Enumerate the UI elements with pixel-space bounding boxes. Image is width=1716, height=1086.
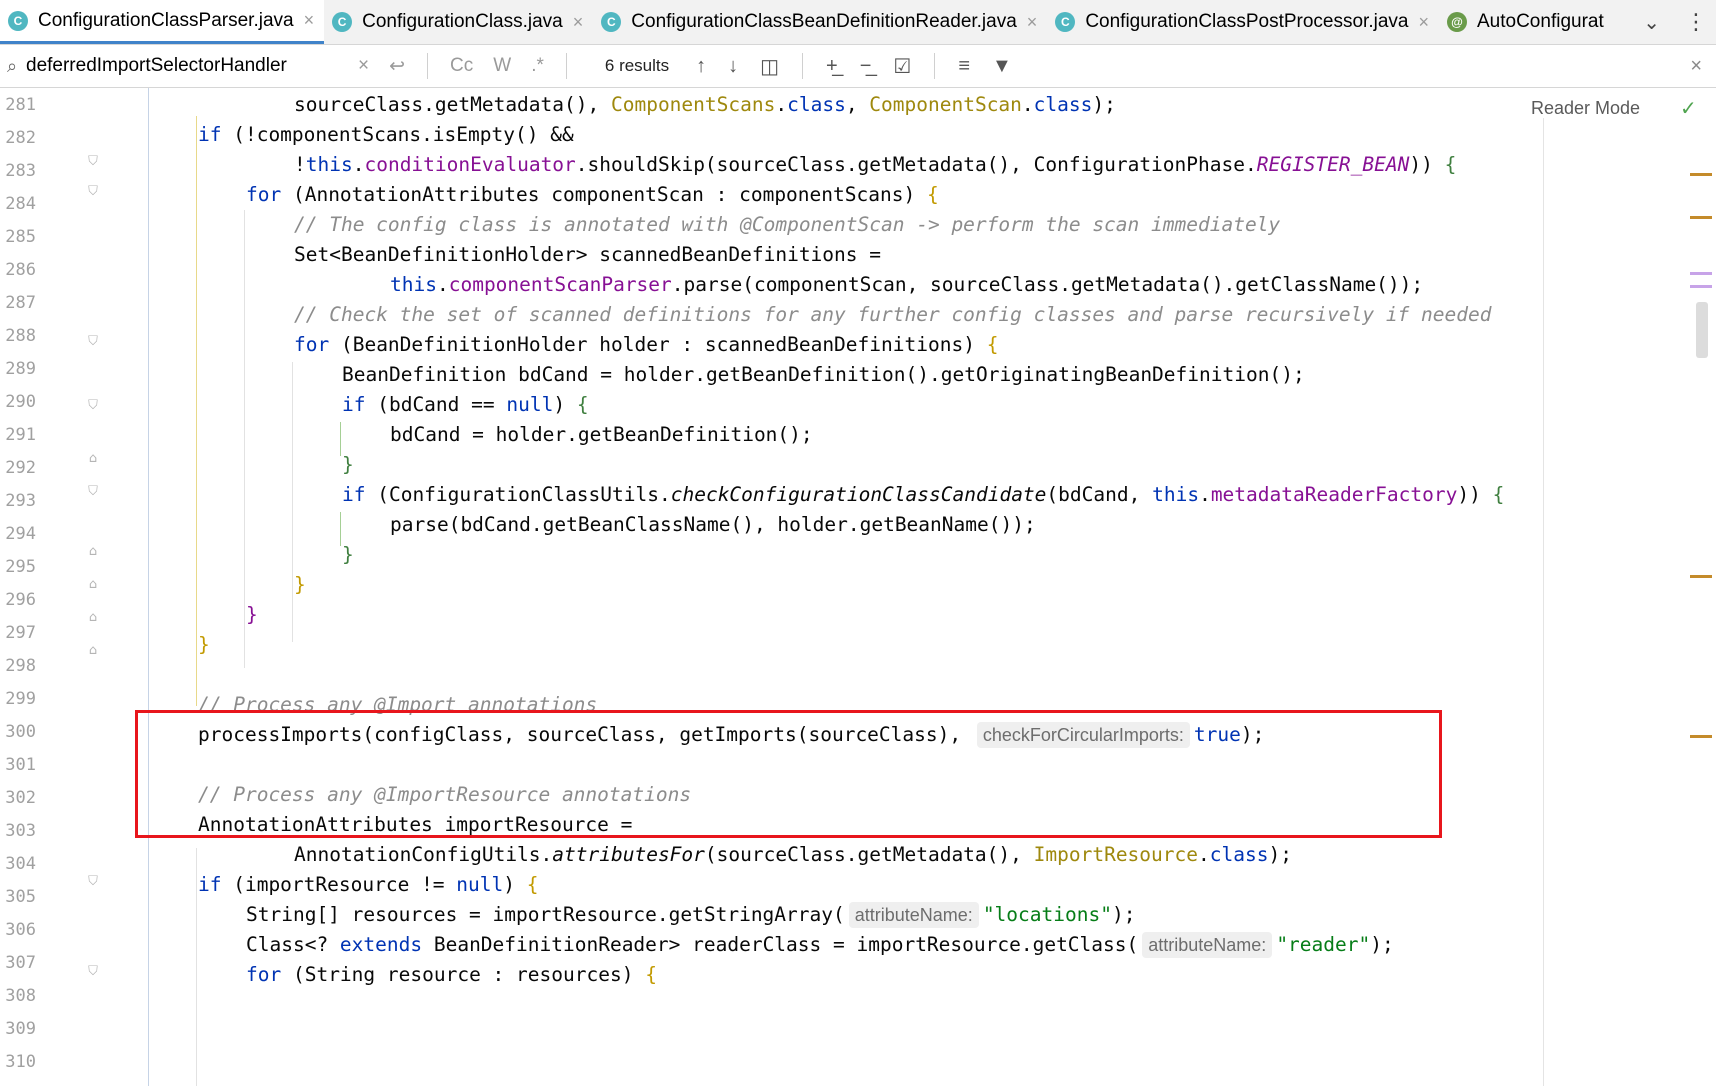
error-stripe-mark[interactable] <box>1690 735 1712 738</box>
code-line: Set<BeanDefinitionHolder> scannedBeanDef… <box>294 243 881 266</box>
error-stripe-mark[interactable] <box>1690 285 1712 288</box>
code-line: parse(bdCand.getBeanClassName(), holder.… <box>390 513 1036 536</box>
code-line: AnnotationConfigUtils.attributesFor(sour… <box>294 843 1292 866</box>
find-bar: ⌕ × ↩ Cc W .* 6 results ↑ ↓ ◫ +̲ −̲ ☑ ≡ … <box>0 45 1716 88</box>
arrow-up-icon[interactable]: ↑ <box>696 55 706 78</box>
code-line: if (bdCand == null) { <box>342 393 589 416</box>
scrollbar-thumb[interactable] <box>1696 302 1708 358</box>
chevron-down-icon[interactable]: ⌄ <box>1629 0 1674 44</box>
tab-label: ConfigurationClass.java <box>362 11 563 32</box>
check-icon: ✓ <box>1680 96 1697 120</box>
search-icon[interactable]: ⌕ <box>0 56 24 77</box>
close-icon[interactable]: × <box>1418 12 1429 33</box>
close-icon[interactable]: × <box>1690 55 1702 78</box>
annotation-icon: @ <box>1447 12 1467 32</box>
code-comment: // The config class is annotated with @C… <box>294 213 1281 236</box>
select-occurrences-icon[interactable]: ☑ <box>893 54 911 79</box>
tab-post-processor[interactable]: C ConfigurationClassPostProcessor.java × <box>1047 0 1439 44</box>
code-line: } <box>342 453 354 476</box>
code-line: sourceClass.getMetadata(), ComponentScan… <box>294 93 1116 116</box>
code-line: for (BeanDefinitionHolder holder : scann… <box>294 333 999 356</box>
error-stripe-mark[interactable] <box>1690 173 1712 176</box>
tab-label: ConfigurationClassParser.java <box>38 9 294 31</box>
code-line: !this.conditionEvaluator.shouldSkip(sour… <box>294 153 1457 176</box>
class-icon: C <box>8 10 28 31</box>
editor-margin <box>1543 118 1544 1086</box>
code-line: } <box>246 603 258 626</box>
select-all-icon[interactable]: ◫ <box>760 54 779 79</box>
editor-tab-bar: C ConfigurationClassParser.java × C Conf… <box>0 0 1716 45</box>
code-comment: // Check the set of scanned definitions … <box>294 303 1492 326</box>
code-line: for (String resource : resources) { <box>246 963 657 986</box>
error-stripe-mark[interactable] <box>1690 216 1712 219</box>
highlight-box <box>135 710 1442 838</box>
reader-mode-button[interactable]: Reader Mode <box>1531 98 1640 119</box>
class-icon: C <box>601 12 622 32</box>
code-line: if (ConfigurationClassUtils.checkConfigu… <box>342 483 1505 506</box>
match-case-button[interactable]: Cc <box>450 55 473 77</box>
parameter-hint: attributeName: <box>1142 932 1273 958</box>
parameter-hint: attributeName: <box>848 902 979 928</box>
tab-label: ConfigurationClassBeanDefinitionReader.j… <box>631 11 1017 32</box>
code-line: } <box>342 543 354 566</box>
code-area[interactable]: sourceClass.getMetadata(), ComponentScan… <box>0 88 1540 1086</box>
code-line: Class<? extends BeanDefinitionReader> re… <box>246 932 1394 958</box>
divider <box>934 53 936 79</box>
clear-icon[interactable]: × <box>358 55 369 77</box>
code-line: BeanDefinition bdCand = holder.getBeanDe… <box>342 363 1305 386</box>
class-icon: C <box>1055 12 1076 32</box>
code-line: String[] resources = importResource.getS… <box>246 902 1136 928</box>
new-line-icon[interactable]: ↩ <box>389 55 405 78</box>
tab-configuration-class-parser[interactable]: C ConfigurationClassParser.java × <box>0 0 325 44</box>
code-line: if (importResource != null) { <box>198 873 539 896</box>
close-icon[interactable]: × <box>304 10 315 31</box>
whole-word-button[interactable]: W <box>493 55 511 77</box>
code-editor[interactable]: 281 282 283 284 285 286 287 288 289 290 … <box>0 88 1716 1086</box>
add-selection-icon[interactable]: +̲ <box>826 55 838 78</box>
code-line: } <box>198 633 210 656</box>
tab-auto-configuration[interactable]: @ AutoConfigurat <box>1439 0 1614 44</box>
scrollbar[interactable] <box>1690 118 1716 1086</box>
close-icon[interactable]: × <box>573 12 584 33</box>
code-line: for (AnnotationAttributes componentScan … <box>246 183 939 206</box>
filter-options-icon[interactable]: ≡ <box>958 55 970 78</box>
divider <box>427 53 429 79</box>
error-stripe-mark[interactable] <box>1690 272 1712 275</box>
filter-icon[interactable]: ▼ <box>992 55 1012 78</box>
divider <box>565 53 567 79</box>
result-count: 6 results <box>604 56 670 75</box>
regex-button[interactable]: .* <box>531 55 544 77</box>
search-input[interactable] <box>24 54 348 78</box>
tab-label: AutoConfigurat <box>1477 11 1604 32</box>
error-stripe-mark[interactable] <box>1690 575 1712 578</box>
close-icon[interactable]: × <box>1027 12 1038 33</box>
code-line: if (!componentScans.isEmpty() && <box>198 123 574 146</box>
arrow-down-icon[interactable]: ↓ <box>728 55 738 78</box>
divider <box>802 53 804 79</box>
code-line: this.componentScanParser.parse(component… <box>390 273 1424 296</box>
more-vertical-icon[interactable]: ⋮ <box>1676 0 1716 44</box>
class-icon: C <box>332 12 353 32</box>
tab-label: ConfigurationClassPostProcessor.java <box>1085 11 1409 32</box>
tab-configuration-class[interactable]: C ConfigurationClass.java × <box>324 0 593 44</box>
remove-selection-icon[interactable]: −̲ <box>860 55 872 78</box>
code-line: } <box>294 573 306 596</box>
code-line: bdCand = holder.getBeanDefinition(); <box>390 423 813 446</box>
tab-bean-definition-reader[interactable]: C ConfigurationClassBeanDefinitionReader… <box>593 0 1047 44</box>
